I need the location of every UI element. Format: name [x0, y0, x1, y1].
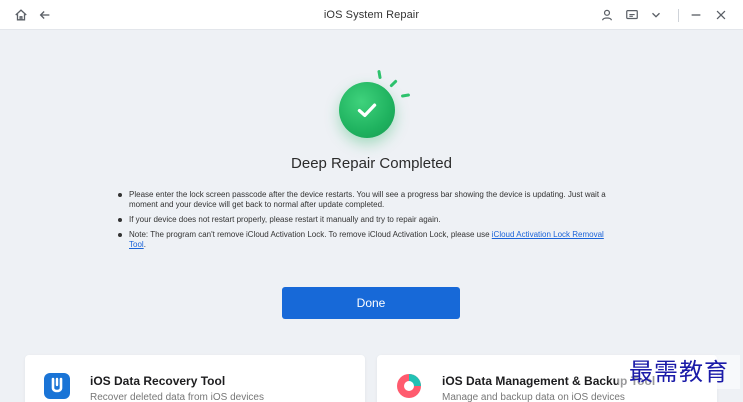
card-title: iOS Data Recovery Tool [90, 374, 226, 388]
user-account-icon[interactable] [599, 7, 615, 23]
note-text-suffix: . [143, 240, 146, 249]
titlebar-divider [678, 9, 679, 22]
success-check-icon [339, 82, 395, 138]
card-description: Recover deleted data from iOS devices [90, 392, 264, 402]
data-management-icon [394, 371, 424, 401]
close-icon[interactable] [713, 7, 729, 23]
watermark: 最需教育 [618, 355, 740, 389]
instruction-item: Note: The program can't remove iCloud Ac… [118, 230, 618, 250]
title-bar: iOS System Repair [0, 0, 743, 30]
sparkle-icon [389, 79, 398, 88]
done-button[interactable]: Done [282, 287, 460, 319]
note-text: Note: The program can't remove iCloud Ac… [129, 230, 492, 239]
instruction-item: If your device does not restart properly… [118, 215, 618, 225]
data-recovery-icon [42, 371, 72, 401]
minimize-icon[interactable] [688, 7, 704, 23]
chevron-down-icon[interactable] [648, 7, 664, 23]
feedback-icon[interactable] [624, 7, 640, 23]
data-recovery-card[interactable]: iOS Data Recovery Tool Recover deleted d… [25, 355, 365, 402]
page-title: Deep Repair Completed [291, 155, 452, 172]
instruction-item: Please enter the lock screen passcode af… [118, 190, 618, 210]
sparkle-icon [377, 69, 382, 80]
card-description: Manage and backup data on iOS devices [442, 392, 625, 402]
sparkle-icon [400, 93, 411, 98]
instruction-list: Please enter the lock screen passcode af… [118, 190, 618, 255]
